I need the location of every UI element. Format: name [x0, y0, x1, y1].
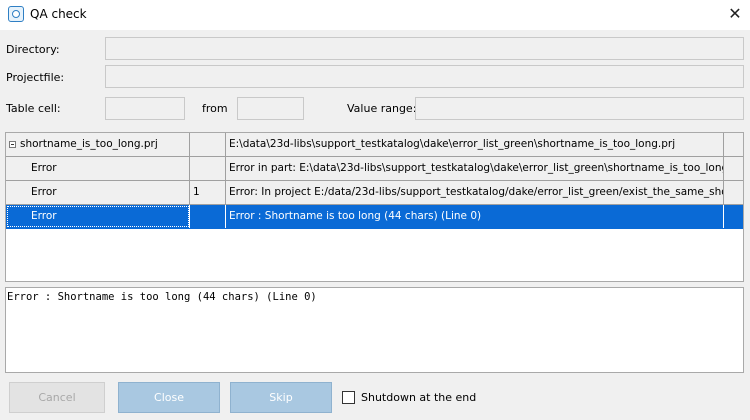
shutdown-label: Shutdown at the end — [361, 391, 477, 404]
grid-row-error-selected[interactable]: Error Error : Shortname is too long (44 … — [6, 205, 743, 229]
window-title: QA check — [30, 7, 87, 21]
grid-cell-name: Error — [6, 157, 190, 180]
grid-cell-message: Error in part: E:\data\23d-libs\support_… — [226, 157, 724, 180]
grid-cell-line — [190, 133, 226, 156]
close-icon[interactable]: ✕ — [722, 3, 748, 27]
grid-row-project[interactable]: shortname_is_too_long.prj E:\data\23d-li… — [6, 133, 743, 157]
results-grid[interactable]: shortname_is_too_long.prj E:\data\23d-li… — [5, 132, 744, 282]
shutdown-checkbox[interactable] — [342, 391, 355, 404]
grid-cell-name: Error — [6, 205, 190, 228]
grid-cell-name: shortname_is_too_long.prj — [20, 138, 158, 150]
tablecell-field[interactable] — [105, 97, 185, 120]
projectfile-label: Projectfile: — [6, 71, 65, 84]
grid-cell-line: 1 — [190, 181, 226, 204]
close-button[interactable]: Close — [118, 382, 220, 413]
tablecell-label: Table cell: — [6, 102, 61, 115]
grid-cell-line — [190, 157, 226, 180]
grid-row-error[interactable]: Error Error in part: E:\data\23d-libs\su… — [6, 157, 743, 181]
directory-field[interactable] — [105, 37, 744, 60]
grid-cell-line — [190, 205, 226, 228]
grid-cell-message: Error : Shortname is too long (44 chars)… — [226, 205, 724, 228]
valuerange-field[interactable] — [415, 97, 744, 120]
grid-cell-message: E:\data\23d-libs\support_testkatalog\dak… — [226, 133, 724, 156]
from-field[interactable] — [237, 97, 304, 120]
title-bar — [0, 0, 750, 30]
grid-row-error[interactable]: Error 1 Error: In project E:/data/23d-li… — [6, 181, 743, 205]
app-icon — [8, 6, 24, 22]
valuerange-label: Value range: — [347, 102, 417, 115]
projectfile-field[interactable] — [105, 65, 744, 88]
directory-label: Directory: — [6, 43, 60, 56]
grid-cell-message: Error: In project E:/data/23d-libs/suppo… — [226, 181, 724, 204]
collapse-icon[interactable] — [9, 141, 16, 148]
skip-button[interactable]: Skip — [230, 382, 332, 413]
from-label: from — [202, 102, 228, 115]
grid-cell-name: Error — [6, 181, 190, 204]
message-detail-box[interactable]: Error : Shortname is too long (44 chars)… — [5, 287, 744, 373]
cancel-button[interactable]: Cancel — [9, 382, 105, 413]
